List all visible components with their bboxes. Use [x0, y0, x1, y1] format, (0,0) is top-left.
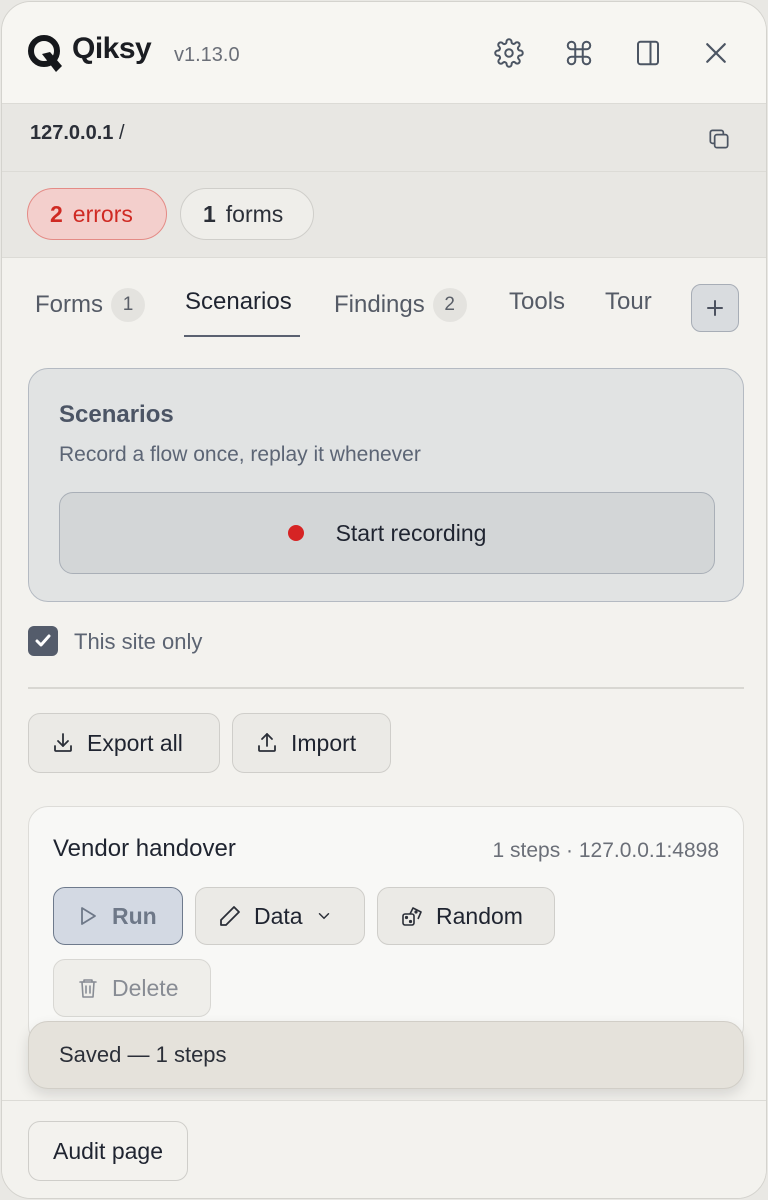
data-label: Data: [254, 902, 303, 929]
random-button[interactable]: Random: [377, 887, 555, 945]
close-icon: [706, 43, 726, 63]
tab-tour[interactable]: Tour: [605, 288, 652, 316]
toggle-sidebar-button[interactable]: [631, 36, 665, 70]
tab-bar: Forms 1 Scenarios Findings 2 Tools Tour: [2, 258, 766, 342]
sidebar-icon: [637, 40, 659, 66]
plus-icon: [707, 300, 723, 316]
tab-forms-label: Forms: [35, 291, 103, 318]
tab-findings-label: Findings: [334, 291, 425, 318]
toast-text: Saved — 1 steps: [59, 1042, 227, 1067]
scenarios-title: Scenarios: [59, 401, 174, 428]
scenario-name: Vendor handover: [53, 835, 236, 862]
url-path: /: [118, 122, 125, 144]
summary-badges: 2 errors 1 forms: [2, 172, 766, 258]
run-label: Run: [112, 902, 157, 929]
export-all-button[interactable]: Export all: [28, 713, 220, 773]
audit-page-label: Audit page: [53, 1137, 163, 1164]
forms-count: 1: [203, 200, 216, 227]
tab-forms[interactable]: Forms 1: [35, 288, 145, 322]
errors-badge[interactable]: 2 errors: [27, 188, 167, 240]
errors-count: 2: [50, 200, 63, 227]
start-recording-button[interactable]: Start recording: [59, 492, 715, 574]
tab-tools[interactable]: Tools: [509, 288, 565, 316]
tab-findings[interactable]: Findings 2: [334, 288, 467, 322]
import-label: Import: [291, 729, 357, 756]
footer: Audit page: [2, 1100, 766, 1198]
tab-scenarios-label: Scenarios: [185, 288, 292, 315]
scenarios-card: Scenarios Record a flow once, replay it …: [28, 368, 744, 602]
trash-icon: [79, 979, 97, 998]
url-bar: 127.0.0.1 /: [2, 104, 766, 172]
audit-page-button[interactable]: Audit page: [28, 1121, 188, 1181]
qiksy-logo-icon: [28, 35, 62, 72]
start-recording-label: Start recording: [335, 519, 487, 546]
tab-forms-count: 1: [111, 288, 145, 322]
forms-badge[interactable]: 1 forms: [180, 188, 314, 240]
tab-findings-count: 2: [432, 288, 467, 322]
delete-label: Delete: [112, 974, 179, 1001]
app-version: v1.13.0: [174, 44, 240, 66]
site-only-label: This site only: [74, 629, 203, 654]
forms-label: forms: [225, 200, 284, 227]
extension-panel: Qiksy v1.13.0 127.0.0.1 / 2 errors 1 for…: [1, 1, 767, 1199]
header: Qiksy v1.13.0: [2, 2, 766, 104]
active-tab-underline: [184, 335, 300, 337]
checkmark-icon: [35, 634, 51, 647]
delete-button[interactable]: Delete: [53, 959, 211, 1017]
data-dropdown-button[interactable]: Data: [195, 887, 365, 945]
command-icon: [566, 40, 592, 66]
app-name: Qiksy: [72, 32, 152, 65]
dice-icon: [402, 907, 422, 926]
divider: [28, 687, 744, 689]
scenario-meta: 1 steps · 127.0.0.1:4898: [492, 839, 720, 862]
tab-tour-label: Tour: [605, 288, 652, 315]
scenarios-subtitle: Record a flow once, replay it whenever: [59, 443, 421, 466]
copy-icon[interactable]: [706, 126, 732, 152]
add-tab-button[interactable]: [691, 284, 739, 332]
upload-icon: [258, 733, 276, 752]
tab-scenarios[interactable]: Scenarios: [185, 288, 292, 316]
random-label: Random: [436, 902, 523, 929]
close-button[interactable]: [699, 36, 733, 70]
current-url: 127.0.0.1 /: [30, 122, 125, 145]
pencil-icon: [220, 906, 240, 926]
export-all-label: Export all: [87, 729, 183, 756]
errors-label: errors: [72, 200, 133, 227]
url-host: 127.0.0.1: [30, 122, 114, 144]
import-button[interactable]: Import: [232, 713, 391, 773]
site-only-checkbox[interactable]: [28, 626, 58, 656]
gear-icon: [494, 38, 524, 68]
settings-button[interactable]: [492, 36, 526, 70]
toast-notification: Saved — 1 steps: [28, 1021, 744, 1089]
chevron-down-icon: [318, 913, 329, 920]
tab-tools-label: Tools: [509, 288, 566, 315]
download-icon: [54, 733, 72, 752]
scenario-item: Vendor handover 1 steps · 127.0.0.1:4898…: [28, 806, 744, 1046]
play-icon: [81, 907, 96, 925]
run-button[interactable]: Run: [53, 887, 183, 945]
command-palette-button[interactable]: [562, 36, 596, 70]
record-dot-icon: [287, 525, 304, 541]
